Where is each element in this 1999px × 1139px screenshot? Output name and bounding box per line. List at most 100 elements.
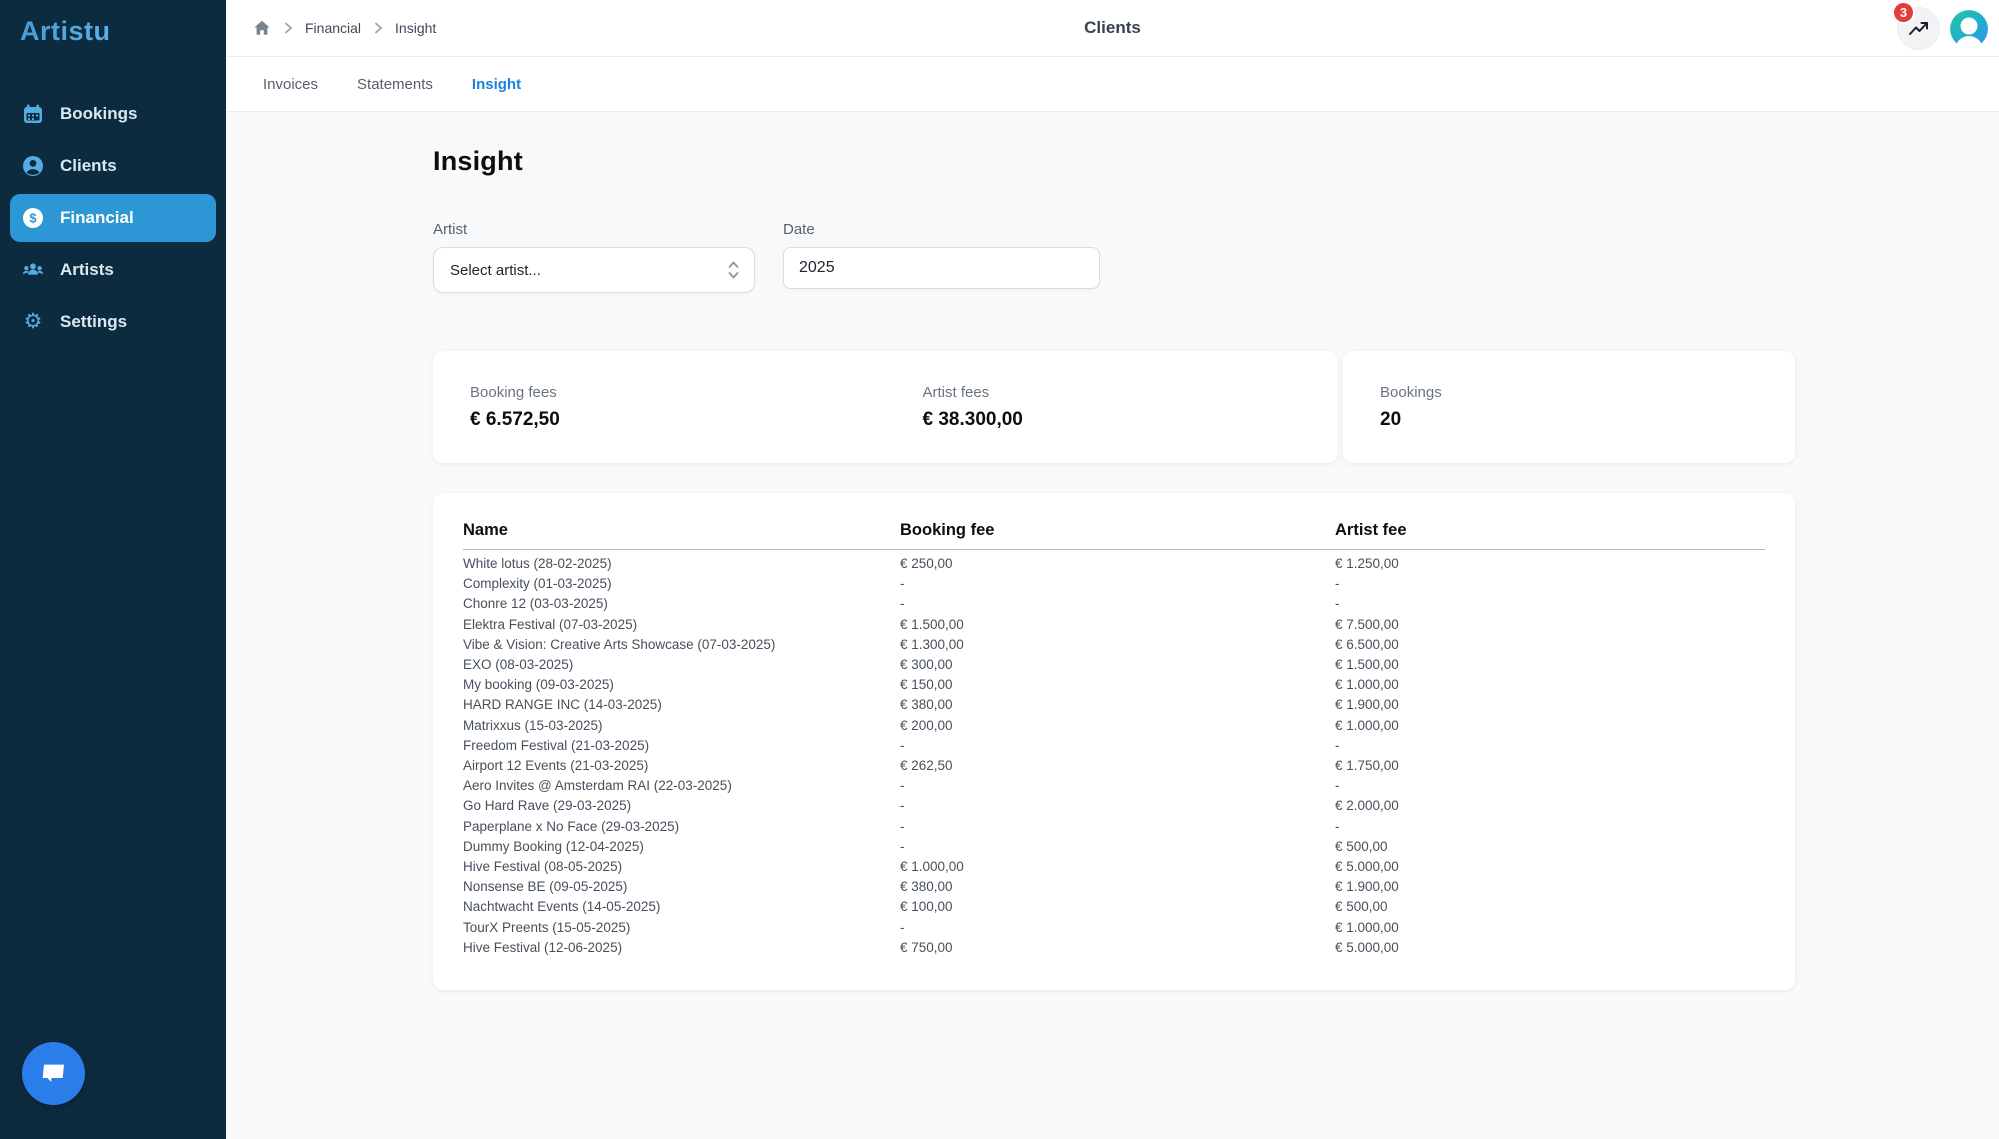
- cell-name: Airport 12 Events (21-03-2025): [463, 756, 900, 776]
- cell-booking-fee: € 300,00: [900, 655, 1335, 675]
- sidebar-item-label: Bookings: [60, 104, 137, 124]
- cell-name: Matrixxus (15-03-2025): [463, 716, 900, 736]
- cell-artist-fee: € 2.000,00: [1335, 796, 1765, 816]
- main-area: Financial Insight Clients 3: [226, 0, 1999, 1139]
- table-row: HARD RANGE INC (14-03-2025) € 380,00 € 1…: [463, 695, 1765, 715]
- sidebar-item-financial[interactable]: $ Financial: [10, 194, 216, 242]
- cell-name: Nachtwacht Events (14-05-2025): [463, 897, 900, 917]
- sidebar-item-bookings[interactable]: Bookings: [10, 90, 216, 138]
- cell-booking-fee: -: [900, 736, 1335, 756]
- artist-select-value: Select artist...: [450, 262, 541, 279]
- cell-booking-fee: -: [900, 817, 1335, 837]
- cell-booking-fee: € 750,00: [900, 938, 1335, 958]
- cell-booking-fee: -: [900, 594, 1335, 614]
- cell-name: HARD RANGE INC (14-03-2025): [463, 695, 900, 715]
- cell-booking-fee: € 1.000,00: [900, 857, 1335, 877]
- cell-name: Freedom Festival (21-03-2025): [463, 736, 900, 756]
- cell-name: EXO (08-03-2025): [463, 655, 900, 675]
- cell-booking-fee: € 262,50: [900, 756, 1335, 776]
- cell-artist-fee: € 7.500,00: [1335, 615, 1765, 635]
- cell-artist-fee: € 1.900,00: [1335, 877, 1765, 897]
- cell-artist-fee: € 500,00: [1335, 837, 1765, 857]
- cell-booking-fee: € 380,00: [900, 695, 1335, 715]
- chevron-up-down-icon: [727, 259, 740, 281]
- table-body: White lotus (28-02-2025) € 250,00 € 1.25…: [463, 550, 1765, 958]
- insights-shortcut-button[interactable]: 3: [1897, 7, 1940, 50]
- topbar-actions: 3: [1897, 0, 1988, 57]
- date-filter: Date: [783, 221, 1100, 293]
- metric-value: € 38.300,00: [923, 409, 1339, 431]
- artist-select[interactable]: Select artist...: [433, 247, 755, 293]
- dollar-icon: $: [22, 207, 44, 229]
- sidebar: Artistu Bookings Clients $ Financial: [0, 0, 226, 1139]
- bookings-card: Bookings 20: [1343, 351, 1795, 463]
- tab-statements[interactable]: Statements: [357, 76, 433, 93]
- cell-name: Elektra Festival (07-03-2025): [463, 615, 900, 635]
- cell-booking-fee: € 150,00: [900, 675, 1335, 695]
- table-row: Hive Festival (12-06-2025) € 750,00 € 5.…: [463, 938, 1765, 958]
- tab-bar: Invoices Statements Insight: [226, 57, 1999, 112]
- table-row: Nonsense BE (09-05-2025) € 380,00 € 1.90…: [463, 877, 1765, 897]
- cell-artist-fee: € 1.250,00: [1335, 554, 1765, 574]
- table-row: Aero Invites @ Amsterdam RAI (22-03-2025…: [463, 776, 1765, 796]
- tab-insight[interactable]: Insight: [472, 76, 521, 93]
- column-header-name: Name: [463, 521, 900, 540]
- tab-invoices[interactable]: Invoices: [263, 76, 318, 93]
- chat-button[interactable]: [22, 1042, 85, 1105]
- trending-up-icon: [1908, 19, 1930, 39]
- cell-booking-fee: -: [900, 776, 1335, 796]
- cell-name: Vibe & Vision: Creative Arts Showcase (0…: [463, 635, 900, 655]
- column-header-booking-fee: Booking fee: [900, 521, 1335, 540]
- cell-name: Nonsense BE (09-05-2025): [463, 877, 900, 897]
- cell-booking-fee: -: [900, 574, 1335, 594]
- booking-fees-metric: Booking fees € 6.572,50: [433, 351, 886, 463]
- table-row: Freedom Festival (21-03-2025) - -: [463, 736, 1765, 756]
- cell-artist-fee: -: [1335, 776, 1765, 796]
- cell-name: TourX Preents (15-05-2025): [463, 918, 900, 938]
- bookings-table-card: Name Booking fee Artist fee White lotus …: [433, 493, 1795, 990]
- svg-text:$: $: [29, 211, 37, 226]
- metric-label: Booking fees: [470, 384, 886, 401]
- cell-artist-fee: € 500,00: [1335, 897, 1765, 917]
- top-bar: Financial Insight Clients 3: [226, 0, 1999, 57]
- sidebar-item-settings[interactable]: ⚙ Settings: [10, 298, 216, 346]
- cell-artist-fee: € 5.000,00: [1335, 857, 1765, 877]
- cell-booking-fee: -: [900, 918, 1335, 938]
- table-row: Chonre 12 (03-03-2025) - -: [463, 594, 1765, 614]
- table-row: Nachtwacht Events (14-05-2025) € 100,00 …: [463, 897, 1765, 917]
- sidebar-item-clients[interactable]: Clients: [10, 142, 216, 190]
- cell-booking-fee: € 380,00: [900, 877, 1335, 897]
- cell-name: Chonre 12 (03-03-2025): [463, 594, 900, 614]
- artist-fees-metric: Artist fees € 38.300,00: [886, 351, 1339, 463]
- table-row: EXO (08-03-2025) € 300,00 € 1.500,00: [463, 655, 1765, 675]
- date-input[interactable]: [783, 247, 1100, 289]
- cell-booking-fee: -: [900, 796, 1335, 816]
- page-heading: Insight: [433, 146, 1999, 177]
- cell-artist-fee: € 5.000,00: [1335, 938, 1765, 958]
- person-icon: [22, 155, 44, 177]
- app-logo: Artistu: [0, 0, 226, 47]
- metric-label: Artist fees: [923, 384, 1339, 401]
- page-title: Clients: [226, 18, 1999, 38]
- metric-label: Bookings: [1380, 384, 1795, 401]
- notification-badge: 3: [1892, 1, 1915, 24]
- cell-artist-fee: € 1.000,00: [1335, 716, 1765, 736]
- sidebar-item-label: Settings: [60, 312, 127, 332]
- table-row: Hive Festival (08-05-2025) € 1.000,00 € …: [463, 857, 1765, 877]
- cell-name: Complexity (01-03-2025): [463, 574, 900, 594]
- user-avatar[interactable]: [1950, 10, 1988, 48]
- table-header: Name Booking fee Artist fee: [463, 521, 1765, 550]
- table-row: White lotus (28-02-2025) € 250,00 € 1.25…: [463, 554, 1765, 574]
- artist-filter: Artist Select artist...: [433, 221, 755, 293]
- sidebar-item-label: Clients: [60, 156, 117, 176]
- column-header-artist-fee: Artist fee: [1335, 521, 1765, 540]
- cell-artist-fee: -: [1335, 574, 1765, 594]
- cell-artist-fee: -: [1335, 594, 1765, 614]
- sidebar-item-label: Artists: [60, 260, 114, 280]
- insight-page: Insight Artist Select artist... Date: [226, 146, 1999, 990]
- cell-name: Hive Festival (08-05-2025): [463, 857, 900, 877]
- cell-name: White lotus (28-02-2025): [463, 554, 900, 574]
- table-row: Paperplane x No Face (29-03-2025) - -: [463, 817, 1765, 837]
- sidebar-nav: Bookings Clients $ Financial Artists: [0, 90, 226, 346]
- sidebar-item-artists[interactable]: Artists: [10, 246, 216, 294]
